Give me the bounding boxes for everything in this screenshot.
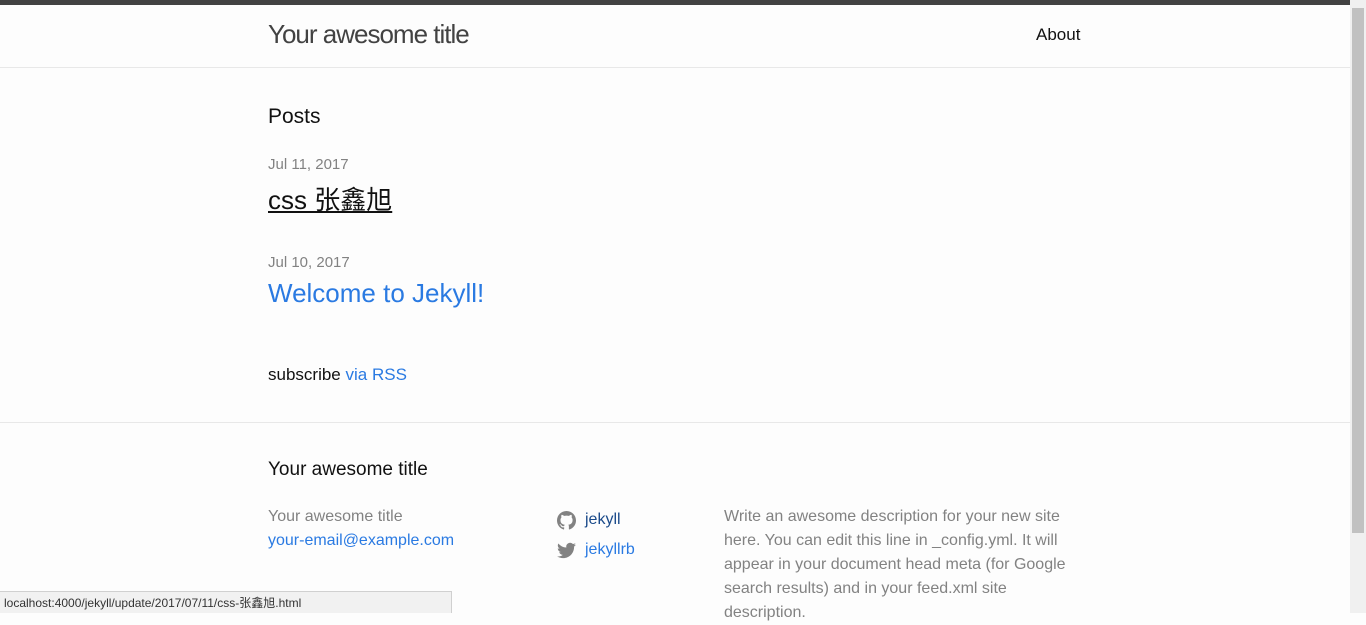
status-bar-url: localhost:4000/jekyll/update/2017/07/11/… <box>0 591 452 613</box>
social-item-twitter: jekyllrb <box>557 535 635 565</box>
github-icon <box>557 510 576 530</box>
footer-description: Write an awesome description for your ne… <box>724 508 1066 621</box>
site-header: Your awesome title About <box>0 5 1350 68</box>
post-date: Jul 11, 2017 <box>268 156 349 173</box>
footer-name: Your awesome title <box>268 508 403 525</box>
social-item-github: jekyll <box>557 505 635 535</box>
twitter-link[interactable]: jekyllrb <box>585 541 635 559</box>
page-heading: Posts <box>268 105 321 128</box>
site-footer: Your awesome title Your awesome title yo… <box>0 422 1350 621</box>
rss-prefix: subscribe <box>268 365 341 384</box>
footer-contact: Your awesome title your-email@example.co… <box>268 505 454 553</box>
footer-heading: Your awesome title <box>268 459 428 480</box>
post-date: Jul 10, 2017 <box>268 254 350 271</box>
post-title-link[interactable]: Welcome to Jekyll! <box>268 278 484 309</box>
site-title-link[interactable]: Your awesome title <box>268 19 470 50</box>
post-title-link[interactable]: css 张鑫旭 <box>268 180 392 217</box>
scrollbar-thumb[interactable] <box>1352 8 1364 533</box>
footer-email-link[interactable]: your-email@example.com <box>268 529 454 553</box>
twitter-icon <box>557 542 576 558</box>
nav-about-link[interactable]: About <box>1036 25 1080 45</box>
rss-subscribe: subscribe via RSS <box>268 365 407 385</box>
footer-social: jekyll jekyllrb <box>557 505 635 565</box>
rss-link[interactable]: via RSS <box>346 365 407 384</box>
github-link[interactable]: jekyll <box>585 511 621 529</box>
